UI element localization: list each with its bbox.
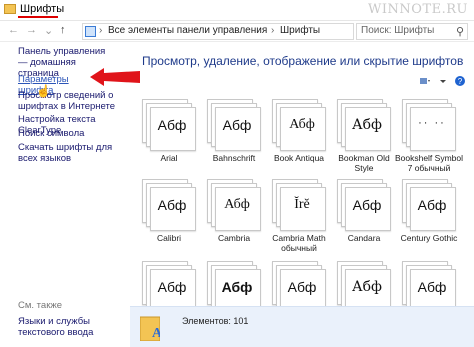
font-file-icon: Абф bbox=[402, 261, 456, 313]
font-file-icon: Абф bbox=[142, 179, 196, 231]
svg-text:?: ? bbox=[458, 77, 463, 86]
font-file-icon: Абф bbox=[207, 179, 261, 231]
font-name: Cambria Math обычный bbox=[272, 233, 326, 253]
title-bar: Шрифты WINNOTE.RU bbox=[0, 0, 474, 21]
title-highlight bbox=[18, 16, 58, 18]
sidebar-item-find-character[interactable]: Поиск символа bbox=[18, 128, 128, 139]
item-count: Элементов: 101 bbox=[182, 316, 249, 326]
font-sample: Абф bbox=[157, 197, 187, 213]
navigation-bar: ← → ⌄ ↑ › Все элементы панели управления… bbox=[0, 21, 474, 42]
font-sample: Абф bbox=[287, 279, 317, 295]
font-sample: Абф bbox=[289, 117, 315, 132]
main-content: Просмотр, удаление, отображение или скры… bbox=[130, 42, 474, 346]
font-sample: Абф bbox=[224, 197, 250, 212]
font-sample: Абф bbox=[221, 279, 253, 295]
sidebar-item-font-info-online[interactable]: Просмотр сведений о шрифтах в Интернете bbox=[18, 90, 126, 112]
font-sample: Абф bbox=[352, 197, 382, 213]
font-file-icon: Абф bbox=[337, 179, 391, 231]
up-arrow-icon[interactable]: ↑ bbox=[60, 24, 66, 36]
font-sample: Абф bbox=[157, 279, 187, 295]
font-sample: Абф bbox=[222, 117, 252, 133]
font-name: Century Gothic bbox=[400, 233, 458, 243]
font-file-icon: Абф bbox=[337, 261, 391, 313]
font-file-icon: Абф bbox=[272, 99, 326, 151]
sidebar-item-download-fonts[interactable]: Скачать шрифты для всех языков bbox=[18, 142, 116, 164]
fonts-folder-icon: A bbox=[140, 316, 160, 341]
font-file-icon: Абф bbox=[402, 179, 456, 231]
font-file-icon: Абф bbox=[207, 99, 261, 151]
breadcrumb-separator: › bbox=[99, 25, 103, 36]
font-name: Arial bbox=[160, 153, 178, 163]
breadcrumb-control-panel[interactable]: Все элементы панели управления bbox=[108, 25, 267, 36]
font-name: Cambria bbox=[217, 233, 251, 243]
font-name: Bookman Old Style bbox=[338, 153, 390, 173]
search-placeholder: Поиск: Шрифты bbox=[361, 25, 435, 36]
sidebar-item-languages[interactable]: Языки и службы текстового ввода bbox=[18, 316, 126, 338]
font-name: Bahnschrift bbox=[212, 153, 256, 163]
search-icon[interactable]: ⚲ bbox=[456, 25, 464, 38]
font-name: Calibri bbox=[156, 233, 182, 243]
page-title: Просмотр, удаление, отображение или скры… bbox=[142, 54, 464, 68]
chevron-down-icon[interactable] bbox=[438, 76, 448, 86]
font-name: Candara bbox=[347, 233, 381, 243]
font-file-icon: ·· ·· bbox=[402, 99, 456, 151]
window-title: Шрифты bbox=[20, 3, 65, 15]
font-sample: Абф bbox=[352, 117, 382, 133]
svg-text:A: A bbox=[152, 326, 160, 341]
font-file-icon: Абф bbox=[272, 261, 326, 313]
font-sample: Абф bbox=[417, 197, 447, 213]
font-file-icon: Абф bbox=[337, 99, 391, 151]
fonts-folder-icon bbox=[4, 4, 16, 14]
see-also-heading: См. также bbox=[18, 300, 62, 311]
font-file-icon: Абф bbox=[207, 261, 261, 313]
recent-locations-icon[interactable]: ⌄ bbox=[44, 24, 53, 37]
font-name: Bookshelf Symbol 7 обычный bbox=[394, 153, 464, 173]
view-options-icon[interactable] bbox=[420, 76, 430, 86]
mouse-cursor-icon: ☝ bbox=[36, 84, 51, 98]
forward-arrow-icon[interactable]: → bbox=[26, 24, 37, 36]
font-name: Book Antiqua bbox=[273, 153, 325, 163]
details-pane: A Элементов: 101 bbox=[130, 306, 474, 347]
font-sample: Ĭrĕ bbox=[294, 197, 310, 212]
font-sample: Абф bbox=[157, 117, 187, 133]
font-sample: ·· ·· bbox=[418, 117, 446, 129]
control-panel-icon bbox=[85, 26, 96, 37]
watermark-logo: WINNOTE.RU bbox=[368, 2, 468, 17]
font-file-icon: Абф bbox=[142, 99, 196, 151]
font-file-icon: Ĭrĕ bbox=[272, 179, 326, 231]
font-sample: Абф bbox=[352, 279, 382, 295]
help-icon[interactable]: ? bbox=[455, 76, 465, 86]
address-bar[interactable]: › Все элементы панели управления › Шрифт… bbox=[82, 23, 354, 40]
font-file-icon: Абф bbox=[142, 261, 196, 313]
search-input[interactable]: Поиск: Шрифты ⚲ bbox=[356, 23, 468, 40]
back-arrow-icon[interactable]: ← bbox=[8, 24, 19, 36]
breadcrumb-separator: › bbox=[271, 25, 275, 36]
breadcrumb-fonts[interactable]: Шрифты bbox=[280, 25, 320, 36]
font-sample: Абф bbox=[417, 279, 447, 295]
